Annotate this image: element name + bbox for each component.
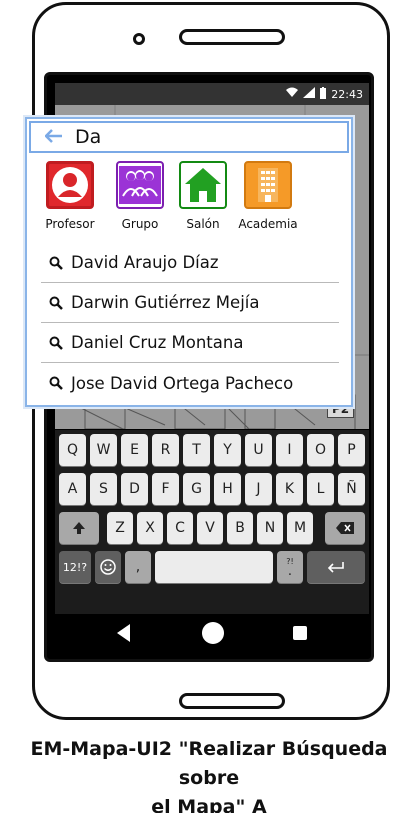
home-button[interactable] <box>179 693 285 709</box>
result-name: Jose David Ortega Pacheco <box>71 373 294 393</box>
category-grupo[interactable]: Grupo <box>105 161 175 231</box>
keyboard-row-4: 12!? , ?! . <box>55 551 369 587</box>
key-l[interactable]: L <box>307 473 334 505</box>
home-icon[interactable] <box>202 622 224 644</box>
key-p[interactable]: P <box>338 434 365 466</box>
result-name: Darwin Gutiérrez Mejía <box>71 293 260 312</box>
enter-key[interactable] <box>307 551 365 583</box>
search-icon <box>41 296 71 310</box>
key-b[interactable]: B <box>227 512 253 544</box>
search-results: David Araujo Díaz Darwin Gutiérrez Mejía… <box>41 243 339 403</box>
key-h[interactable]: H <box>214 473 241 505</box>
search-panel: Da Profesor Grupo Salón Academia David A… <box>25 117 353 407</box>
system-nav-bar <box>55 616 369 654</box>
back-icon[interactable] <box>117 624 130 642</box>
key-f[interactable]: F <box>152 473 179 505</box>
recent-apps-icon[interactable] <box>293 626 307 640</box>
camera-icon <box>133 33 145 45</box>
result-item[interactable]: Daniel Cruz Montana <box>41 323 339 363</box>
signal-icon <box>303 87 316 101</box>
building-icon <box>244 161 292 209</box>
category-salon[interactable]: Salón <box>168 161 238 231</box>
result-name: David Araujo Díaz <box>71 253 219 272</box>
key-d[interactable]: D <box>121 473 148 505</box>
wifi-icon <box>285 87 299 101</box>
key-c[interactable]: C <box>167 512 193 544</box>
status-time: 22:43 <box>331 87 363 101</box>
keyboard-row-1: QWERTYUIOP <box>55 434 369 470</box>
caption-line-1: EM-Mapa-UI2 "Realizar Búsqueda sobre <box>30 738 388 789</box>
comma-key[interactable]: , <box>125 551 151 583</box>
result-item[interactable]: Darwin Gutiérrez Mejía <box>41 283 339 323</box>
battery-icon <box>319 86 327 102</box>
keyboard-row-2: ASDFGHJKLÑ <box>55 473 369 509</box>
key-j[interactable]: J <box>245 473 272 505</box>
key-z[interactable]: Z <box>107 512 133 544</box>
key-q[interactable]: Q <box>59 434 86 466</box>
search-icon <box>41 376 71 390</box>
key-n[interactable]: N <box>257 512 283 544</box>
search-input[interactable]: Da <box>75 126 101 148</box>
result-item[interactable]: David Araujo Díaz <box>41 243 339 283</box>
key-ñ[interactable]: Ñ <box>338 473 365 505</box>
shift-key[interactable] <box>59 512 99 544</box>
symbols-key[interactable]: 12!? <box>59 551 91 583</box>
key-m[interactable]: M <box>287 512 313 544</box>
arrow-left-icon[interactable] <box>44 127 71 147</box>
home-icon <box>179 161 227 209</box>
search-bar[interactable]: Da <box>29 121 349 153</box>
keyboard-row-3: ZXCVBNM <box>55 512 369 548</box>
space-key[interactable] <box>155 551 273 583</box>
category-profesor[interactable]: Profesor <box>35 161 105 231</box>
key-i[interactable]: I <box>276 434 303 466</box>
key-k[interactable]: K <box>276 473 303 505</box>
speaker-grille <box>179 29 285 45</box>
result-name: Daniel Cruz Montana <box>71 333 244 352</box>
category-label: Salón <box>186 217 220 231</box>
key-e[interactable]: E <box>121 434 148 466</box>
category-academia[interactable]: Academia <box>233 161 303 231</box>
search-icon <box>41 336 71 350</box>
group-icon <box>116 161 164 209</box>
backspace-key[interactable] <box>325 512 365 544</box>
status-bar: 22:43 <box>55 83 369 105</box>
key-a[interactable]: A <box>59 473 86 505</box>
key-x[interactable]: X <box>137 512 163 544</box>
category-label: Profesor <box>45 217 95 231</box>
search-icon <box>41 256 71 270</box>
key-t[interactable]: T <box>183 434 210 466</box>
on-screen-keyboard: QWERTYUIOP ASDFGHJKLÑ ZXCVBNM 12!? , ?! … <box>55 430 369 614</box>
category-label: Academia <box>238 217 298 231</box>
key-u[interactable]: U <box>245 434 272 466</box>
key-g[interactable]: G <box>183 473 210 505</box>
user-icon <box>46 161 94 209</box>
period-key[interactable]: ?! . <box>277 551 303 583</box>
key-y[interactable]: Y <box>214 434 241 466</box>
period-label: . <box>287 564 293 579</box>
category-row: Profesor Grupo Salón Academia <box>27 161 351 241</box>
caption: EM-Mapa-UI2 "Realizar Búsqueda sobre el … <box>0 735 418 813</box>
result-item[interactable]: Jose David Ortega Pacheco <box>41 363 339 403</box>
key-w[interactable]: W <box>90 434 117 466</box>
caption-line-2: el Mapa" A <box>151 796 267 813</box>
key-o[interactable]: O <box>307 434 334 466</box>
key-v[interactable]: V <box>197 512 223 544</box>
category-label: Grupo <box>121 217 159 231</box>
key-s[interactable]: S <box>90 473 117 505</box>
key-r[interactable]: R <box>152 434 179 466</box>
emoji-key[interactable] <box>95 551 121 583</box>
